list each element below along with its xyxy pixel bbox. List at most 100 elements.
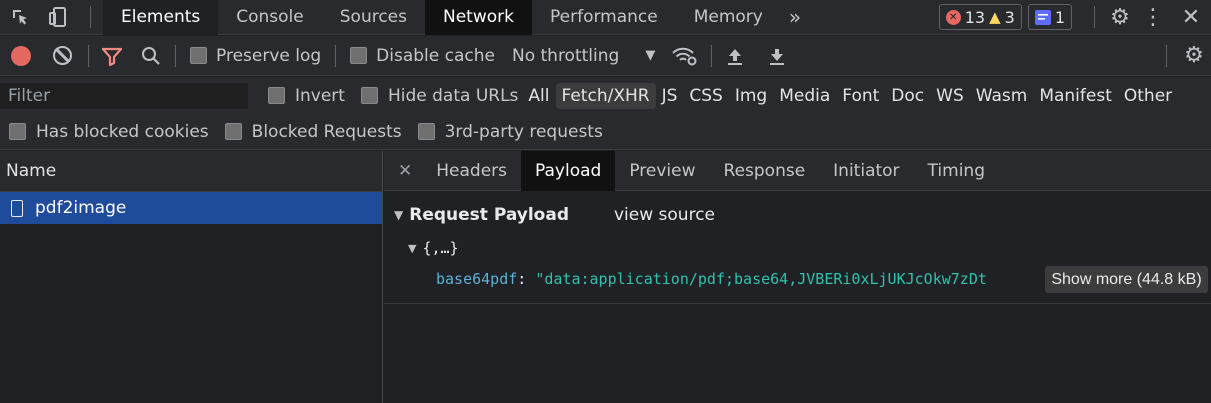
- show-more-label: Show more (44.8 kB): [1051, 270, 1202, 288]
- tab-label: Console: [236, 7, 304, 27]
- type-filter-all[interactable]: All: [522, 83, 555, 109]
- detail-tab-label: Preview: [629, 160, 696, 181]
- hide-data-urls-checkbox[interactable]: [360, 87, 378, 104]
- payload-value[interactable]: "data:application/pdf;base64,JVBERi0xLjU…: [535, 270, 987, 288]
- tab-network[interactable]: Network: [425, 0, 532, 35]
- tab-label: Performance: [549, 7, 658, 27]
- message-count: 1: [1054, 7, 1065, 27]
- export-har-icon[interactable]: [768, 46, 786, 66]
- object-preview[interactable]: {,…}: [422, 239, 458, 257]
- third-party-requests-label: 3rd-party requests: [444, 121, 603, 142]
- messages-counter[interactable]: 1: [1027, 4, 1072, 30]
- tab-label: Elements: [121, 7, 201, 27]
- type-filter-doc[interactable]: Doc: [885, 83, 930, 109]
- type-filter-font[interactable]: Font: [836, 83, 885, 109]
- disable-cache-checkbox[interactable]: [350, 47, 368, 64]
- disable-cache-label: Disable cache: [376, 45, 495, 66]
- error-count: 13: [964, 7, 986, 27]
- error-icon: ✕: [945, 9, 961, 25]
- warning-count: 3: [1004, 7, 1015, 27]
- type-filter-wasm[interactable]: Wasm: [970, 83, 1034, 109]
- type-filter-fetch-xhr[interactable]: Fetch/XHR: [555, 82, 656, 109]
- detail-tab-preview[interactable]: Preview: [615, 151, 709, 191]
- type-filter-img[interactable]: Img: [729, 83, 773, 109]
- payload-key: base64pdf: [436, 270, 518, 288]
- blocked-filter-row: Has blocked cookies Blocked Requests 3rd…: [0, 114, 1211, 150]
- close-devtools-icon[interactable]: ✕: [1171, 0, 1211, 35]
- view-source-link[interactable]: view source: [614, 205, 715, 225]
- preserve-log-label: Preserve log: [216, 45, 322, 66]
- throttling-select[interactable]: No throttling ▼: [512, 46, 655, 66]
- type-filter-other[interactable]: Other: [1118, 83, 1178, 109]
- type-filter-media[interactable]: Media: [773, 83, 836, 109]
- more-tabs-icon[interactable]: »: [781, 5, 813, 29]
- blocked-requests-checkbox[interactable]: [224, 123, 242, 140]
- search-icon[interactable]: [141, 46, 161, 66]
- detail-tab-label: Payload: [535, 160, 602, 181]
- divider: [90, 6, 91, 28]
- invert-label: Invert: [295, 85, 345, 106]
- collapse-triangle-icon[interactable]: ▼: [394, 208, 403, 222]
- close-details-icon[interactable]: ✕: [384, 161, 422, 181]
- payload-property-row: base64pdf : "data:application/pdf;base64…: [436, 266, 987, 292]
- inspect-element-icon[interactable]: [0, 0, 40, 35]
- filter-input[interactable]: Filter: [0, 82, 248, 109]
- third-party-requests-checkbox[interactable]: [417, 123, 435, 140]
- network-toolbar: Preserve log Disable cache No throttling…: [0, 36, 1211, 76]
- tab-label: Memory: [693, 7, 763, 27]
- detail-tab-payload[interactable]: Payload: [521, 150, 616, 191]
- invert-checkbox[interactable]: [268, 87, 285, 104]
- detail-tab-response[interactable]: Response: [710, 151, 820, 191]
- tab-elements[interactable]: Elements: [103, 0, 219, 35]
- tab-memory[interactable]: Memory: [676, 0, 781, 35]
- import-har-icon[interactable]: [726, 46, 744, 66]
- tab-console[interactable]: Console: [218, 0, 322, 35]
- request-list-panel: Name pdf2image: [0, 151, 383, 403]
- settings-gear-icon[interactable]: ⚙: [1105, 0, 1135, 35]
- payload-colon: :: [517, 270, 536, 288]
- hide-data-urls-label: Hide data URLs: [387, 85, 519, 106]
- type-filter-manifest[interactable]: Manifest: [1033, 83, 1118, 109]
- divider: [1094, 6, 1095, 28]
- tab-performance[interactable]: Performance: [532, 0, 676, 35]
- message-icon: [1034, 9, 1051, 25]
- detail-tab-label: Headers: [436, 160, 508, 181]
- detail-tab-initiator[interactable]: Initiator: [819, 151, 913, 191]
- name-column-label: Name: [6, 161, 57, 181]
- request-row[interactable]: pdf2image: [0, 192, 382, 224]
- type-filter-js[interactable]: JS: [656, 83, 684, 109]
- detail-tab-label: Timing: [927, 160, 985, 181]
- detail-tab-headers[interactable]: Headers: [422, 151, 521, 191]
- detail-tab-label: Response: [723, 160, 806, 181]
- show-more-button[interactable]: Show more (44.8 kB): [1045, 266, 1208, 293]
- document-icon: [11, 199, 23, 217]
- blocked-requests-label: Blocked Requests: [251, 121, 402, 142]
- type-filter-ws[interactable]: WS: [930, 83, 970, 109]
- divider: [711, 44, 713, 67]
- device-toolbar-icon[interactable]: [40, 0, 76, 35]
- type-filter-css[interactable]: CSS: [683, 83, 728, 109]
- expand-triangle-icon[interactable]: ▼: [408, 242, 416, 255]
- filter-funnel-icon[interactable]: [101, 46, 123, 66]
- more-options-icon[interactable]: ⋮: [1135, 0, 1171, 35]
- network-settings-gear-icon[interactable]: ⚙: [1177, 43, 1211, 68]
- divider: [88, 44, 89, 67]
- dropdown-arrow-icon: ▼: [645, 48, 656, 63]
- detail-tab-timing[interactable]: Timing: [914, 151, 999, 191]
- divider: [335, 44, 337, 67]
- has-blocked-cookies-label: Has blocked cookies: [36, 121, 209, 142]
- record-button[interactable]: [11, 45, 31, 66]
- tab-label: Sources: [339, 7, 407, 27]
- has-blocked-cookies-checkbox[interactable]: [9, 123, 26, 140]
- clear-icon[interactable]: [53, 46, 72, 65]
- payload-section-title[interactable]: Request Payload: [409, 205, 569, 225]
- filter-placeholder: Filter: [8, 85, 51, 106]
- preserve-log-checkbox[interactable]: [190, 47, 207, 64]
- name-column-header[interactable]: Name: [0, 151, 382, 192]
- issues-counter[interactable]: ✕ 13 ▲ 3: [938, 4, 1022, 30]
- tab-label: Network: [443, 7, 514, 27]
- network-conditions-icon[interactable]: [671, 45, 699, 67]
- tab-sources[interactable]: Sources: [322, 0, 425, 35]
- divider: [175, 44, 176, 67]
- warning-icon: ▲: [989, 8, 1001, 26]
